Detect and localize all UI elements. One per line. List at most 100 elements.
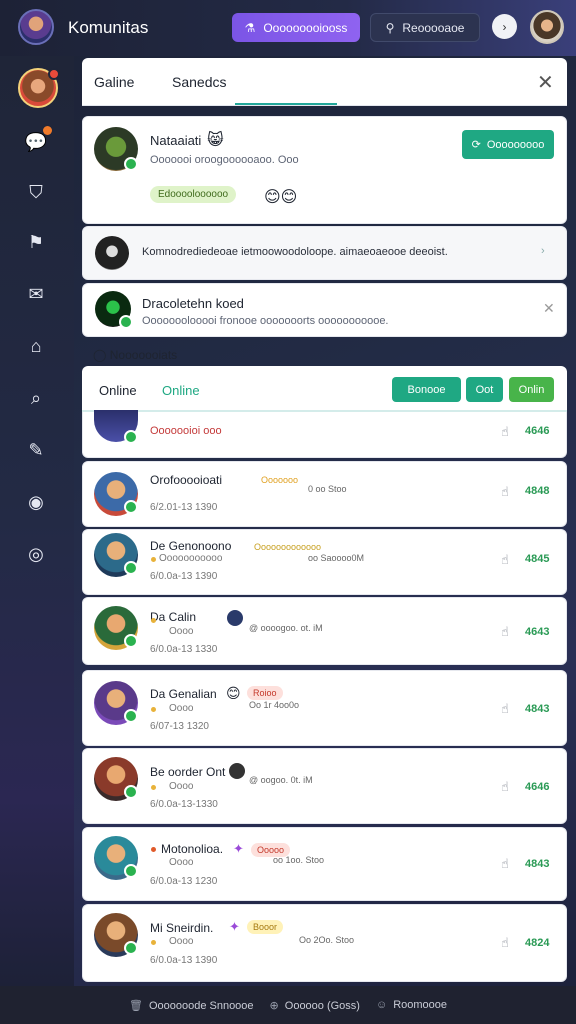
thumb-icon[interactable]: ☝: [501, 484, 509, 500]
people-icon[interactable]: ⚑: [24, 230, 48, 254]
member-name: Da Calin: [150, 610, 197, 624]
message-avatar: [95, 236, 129, 270]
primary-action-button[interactable]: ⚗ Ooooooooiooss: [232, 13, 360, 42]
online-indicator: [124, 561, 138, 575]
notice-text: Ooooooolooooi fronooe ooooooorts ooooooo…: [142, 315, 389, 327]
tab-sanedcs[interactable]: Sanedcs: [172, 74, 226, 90]
filter-button-3[interactable]: Onlin: [509, 377, 554, 402]
list-item[interactable]: Be oorder Ont Oooo @ oogoo. 0t. iM 6/0.0…: [82, 748, 567, 824]
status-dot: [151, 940, 156, 945]
thumb-icon[interactable]: ☝: [501, 779, 509, 795]
shield-icon[interactable]: ⛉: [24, 180, 48, 204]
list-item[interactable]: Mi Sneirdin. ✦ Booor Oooo Oo 2Oo. Stoo 6…: [82, 904, 567, 982]
member-stat: 4843: [525, 703, 550, 715]
refresh-icon: ⟳: [471, 139, 481, 151]
list-item[interactable]: Da Calin Oooo @ oooogoo. ot. iM 6/0.0a-1…: [82, 597, 567, 665]
chat-icon[interactable]: 💬: [24, 126, 52, 154]
tag-icon: ✦: [229, 919, 240, 934]
thumb-icon[interactable]: ☝: [501, 856, 509, 872]
member-status: Oooo: [169, 781, 194, 792]
record-icon[interactable]: ◎: [24, 542, 48, 566]
thumb-icon[interactable]: ☝: [501, 552, 509, 568]
notification-badge: [48, 68, 60, 80]
online-indicator: [124, 941, 138, 955]
member-tag: Ooooooo: [261, 475, 299, 485]
dismiss-icon[interactable]: ✕: [543, 300, 555, 317]
profile-pill[interactable]: Edooooloooooo: [150, 186, 237, 203]
member-name: Mi Sneirdin.: [150, 921, 214, 935]
member-name: Ooooooioi ooo: [150, 425, 222, 437]
member-meta: 0 oo Stoo: [308, 484, 347, 494]
user-avatar[interactable]: [530, 10, 564, 44]
camera-icon[interactable]: ◉: [24, 490, 48, 514]
clock-icon: [229, 763, 245, 779]
member-meta: Oo 2Oo. Stoo: [299, 935, 355, 945]
tab-online-1[interactable]: Online: [99, 383, 137, 398]
thumb-icon[interactable]: ☝: [501, 935, 509, 951]
footer-item-1[interactable]: 🗑 Ooooooode Snnoooe: [129, 999, 254, 1012]
top-bar: Komunitas ⚗ Ooooooooiooss ⚲ Reooooaoe ›: [0, 0, 576, 56]
member-status: Oooo: [169, 703, 194, 714]
thumb-icon[interactable]: ☝: [501, 424, 509, 440]
link-icon: ⊕: [269, 999, 279, 1012]
footer-item-2[interactable]: ⊕ Oooooo (Goss): [270, 999, 360, 1012]
next-button[interactable]: ›: [492, 14, 517, 39]
list-item[interactable]: Orofooooioati Ooooooo 0 oo Stoo 6/2.01-1…: [82, 461, 567, 527]
comment-icon: ☺: [375, 999, 388, 1011]
member-meta: @ oogoo. 0t. iM: [249, 775, 313, 785]
member-meta: @ oooogoo. ot. iM: [249, 623, 323, 633]
notice-online-indicator: [119, 315, 133, 329]
tab-galine[interactable]: Galine: [94, 74, 134, 90]
member-date: 6/0.0a-13 1390: [150, 571, 218, 582]
home-icon[interactable]: ⌂: [24, 334, 48, 358]
filter-button-2[interactable]: Oot: [466, 377, 503, 402]
member-status: Oooo: [169, 936, 194, 947]
member-meta: Oo 1r 4oo0o: [249, 700, 300, 710]
member-name: De Genonoono: [150, 539, 232, 553]
status-dot: [151, 707, 156, 712]
member-name: Da Genalian: [150, 687, 217, 701]
member-stat: 4646: [525, 425, 550, 437]
profile-card: Nataaiati 😸 Ooooooi oroogoooooaoo. Ooo ⟳…: [82, 116, 567, 224]
thumb-icon[interactable]: ☝: [501, 701, 509, 717]
profile-action-button[interactable]: ⟳ Ooooooooo: [462, 130, 554, 159]
member-stat: 4848: [525, 485, 550, 497]
message-card[interactable]: Komnodrediedeoae ietmoowoodoloope. aimae…: [82, 226, 567, 280]
chevron-right-icon: ›: [502, 19, 507, 34]
search-icon[interactable]: ⌕: [24, 386, 48, 410]
chevron-right-icon[interactable]: ›: [541, 245, 545, 257]
member-date: 6/0.0a-13 1330: [150, 644, 218, 655]
notice-card: Dracoletehn koed Ooooooolooooi fronooe o…: [82, 283, 567, 337]
member-stat: 4843: [525, 858, 550, 870]
secondary-action-button[interactable]: ⚲ Reooooaoe: [370, 13, 480, 42]
tag-icon: ✦: [233, 841, 244, 856]
member-date: 6/0.0a-13 1390: [150, 955, 218, 966]
tab-online-2[interactable]: Online: [162, 383, 200, 398]
thumb-icon[interactable]: ☝: [501, 624, 509, 640]
member-name: Motonolioa.: [161, 842, 224, 856]
member-date: 6/0.0a-13-1330: [150, 799, 218, 810]
mail-icon[interactable]: ✉: [24, 282, 48, 306]
notice-title: Dracoletehn koed: [142, 296, 244, 311]
active-tab-indicator: [235, 103, 337, 105]
trash-icon: 🗑: [128, 999, 143, 1012]
profile-action-label: Ooooooooo: [486, 138, 545, 151]
community-logo-avatar[interactable]: [18, 9, 54, 45]
member-status: Oooo: [169, 857, 194, 868]
list-item[interactable]: De Genonoono Ooooooooooooo Ooooooooooo o…: [82, 529, 567, 595]
filter-button-1[interactable]: Bonooe: [392, 377, 461, 402]
list-item[interactable]: Motonolioa. ✦ Ooooo Oooo oo 1oo. Stoo 6/…: [82, 827, 567, 901]
list-item[interactable]: Da Genalian 😊 Roioo Oooo Oo 1r 4oo0o 6/0…: [82, 670, 567, 746]
online-indicator: [124, 785, 138, 799]
online-indicator: [124, 157, 138, 171]
footer-item-3[interactable]: ☺ Roomoooe: [376, 999, 447, 1011]
smile-emoji-icon: 😊😊: [264, 189, 298, 206]
close-icon[interactable]: ✕: [537, 70, 554, 95]
flask-icon: ⚗: [244, 20, 256, 35]
sidebar-profile-avatar[interactable]: [18, 68, 60, 108]
edit-icon[interactable]: ✎: [24, 438, 48, 462]
secondary-action-label: Reooooaoe: [402, 20, 465, 35]
list-item[interactable]: Ooooooioi ooo ☝ 4646: [82, 410, 567, 458]
member-stat: 4646: [525, 781, 550, 793]
online-indicator: [124, 864, 138, 878]
